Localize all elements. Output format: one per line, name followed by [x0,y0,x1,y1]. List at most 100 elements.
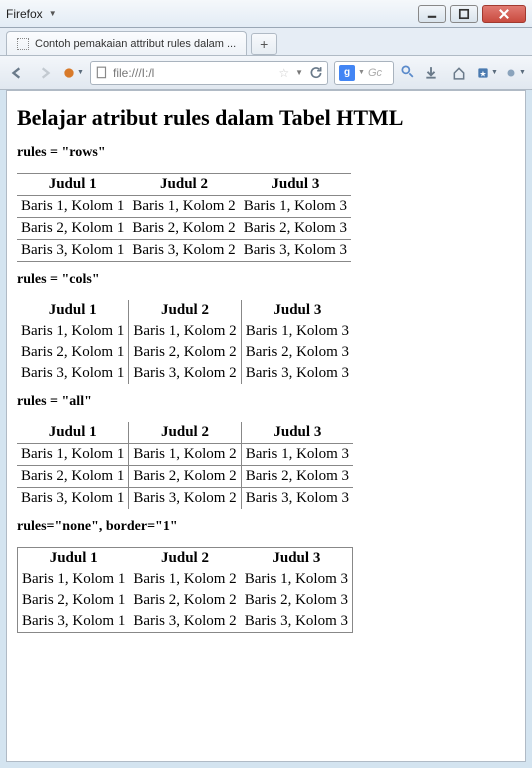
table-row: Baris 2, Kolom 1Baris 2, Kolom 2Baris 2,… [17,342,353,363]
td: Baris 2, Kolom 1 [17,218,128,240]
extension-button[interactable]: ▼ [504,62,526,84]
table-row: Baris 2, Kolom 1Baris 2, Kolom 2Baris 2,… [17,218,351,240]
minimize-button[interactable] [418,5,446,23]
bookmark-star-icon: ★ [476,66,490,80]
td: Baris 1, Kolom 2 [128,196,239,218]
td: Baris 3, Kolom 1 [18,611,130,633]
th: Judul 3 [241,548,353,570]
chevron-down-icon: ▼ [77,69,84,76]
forward-button[interactable] [34,62,56,84]
chevron-down-icon[interactable]: ▼ [358,69,365,76]
table-header-row: Judul 1 Judul 2 Judul 3 [18,548,353,570]
th: Judul 2 [128,174,239,196]
td: Baris 3, Kolom 3 [241,363,353,384]
svg-text:★: ★ [479,69,486,78]
td: Baris 1, Kolom 2 [129,321,241,342]
th: Judul 2 [129,300,241,321]
td: Baris 1, Kolom 2 [129,444,241,466]
th: Judul 1 [17,300,129,321]
td: Baris 2, Kolom 2 [129,590,240,611]
td: Baris 1, Kolom 3 [240,196,351,218]
td: Baris 2, Kolom 3 [241,590,353,611]
search-go-button[interactable] [400,64,414,81]
table-row: Baris 1, Kolom 1Baris 1, Kolom 2Baris 1,… [17,444,353,466]
th: Judul 1 [17,174,128,196]
section-caption-none: rules="none", border="1" [17,519,515,535]
new-tab-button[interactable]: + [251,33,277,55]
reload-icon[interactable] [309,66,323,80]
td: Baris 2, Kolom 2 [129,466,241,488]
downloads-button[interactable] [420,62,442,84]
td: Baris 2, Kolom 2 [129,342,241,363]
table-row: Baris 3, Kolom 1Baris 3, Kolom 2Baris 3,… [17,240,351,262]
maximize-button[interactable] [450,5,478,23]
app-menu[interactable]: Firefox ▼ [6,7,57,21]
td: Baris 3, Kolom 3 [241,488,353,510]
td: Baris 3, Kolom 1 [17,488,129,510]
browser-tab[interactable]: Contoh pemakaian attribut rules dalam ..… [6,31,247,55]
td: Baris 2, Kolom 1 [17,342,129,363]
chevron-down-icon[interactable]: ▼ [295,68,303,77]
chevron-down-icon: ▼ [491,69,498,76]
firebug-button[interactable]: ▼ [62,62,84,84]
td: Baris 1, Kolom 3 [241,321,353,342]
table-row: Baris 3, Kolom 1Baris 3, Kolom 2Baris 3,… [17,488,353,510]
table-header-row: Judul 1 Judul 2 Judul 3 [17,300,353,321]
page-heading: Belajar atribut rules dalam Tabel HTML [17,105,515,131]
table-row: Baris 2, Kolom 1Baris 2, Kolom 2Baris 2,… [17,466,353,488]
tab-title: Contoh pemakaian attribut rules dalam ..… [35,38,236,50]
search-box[interactable]: g ▼ Gc [334,61,394,85]
close-button[interactable] [482,5,526,23]
table-rules-rows: Judul 1 Judul 2 Judul 3 Baris 1, Kolom 1… [17,173,351,262]
nav-toolbar: ▼ file:///I:/l ☆ ▼ g ▼ Gc ★ ▼ ▼ [0,56,532,90]
back-button[interactable] [6,62,28,84]
td: Baris 3, Kolom 2 [129,611,240,633]
td: Baris 3, Kolom 1 [17,240,128,262]
search-placeholder: Gc [368,67,382,79]
th: Judul 3 [241,422,353,444]
tab-strip: Contoh pemakaian attribut rules dalam ..… [0,28,532,56]
table-row: Baris 1, Kolom 1Baris 1, Kolom 2Baris 1,… [18,569,353,590]
td: Baris 3, Kolom 3 [241,611,353,633]
td: Baris 3, Kolom 2 [129,363,241,384]
home-icon [452,66,466,80]
table-header-row: Judul 1 Judul 2 Judul 3 [17,174,351,196]
th: Judul 2 [129,548,240,570]
extension-icon [504,66,518,80]
maximize-icon [457,7,471,21]
table-header-row: Judul 1 Judul 2 Judul 3 [17,422,353,444]
table-rules-all: Judul 1 Judul 2 Judul 3 Baris 1, Kolom 1… [17,422,353,509]
page-icon [95,66,109,80]
td: Baris 3, Kolom 2 [129,488,241,510]
window-titlebar: Firefox ▼ [0,0,532,28]
page-viewport[interactable]: Belajar atribut rules dalam Tabel HTML r… [6,90,526,762]
star-icon[interactable]: ☆ [278,66,289,80]
favicon-placeholder-icon [17,38,29,50]
table-row: Baris 2, Kolom 1Baris 2, Kolom 2Baris 2,… [18,590,353,611]
td: Baris 2, Kolom 3 [240,218,351,240]
page-content: Belajar atribut rules dalam Tabel HTML r… [7,91,525,651]
url-bar[interactable]: file:///I:/l ☆ ▼ [90,61,328,85]
app-name: Firefox [6,7,43,21]
th: Judul 3 [240,174,351,196]
chevron-down-icon: ▼ [519,69,526,76]
td: Baris 2, Kolom 1 [18,590,130,611]
th: Judul 1 [17,422,129,444]
close-icon [497,7,511,21]
td: Baris 1, Kolom 3 [241,569,353,590]
home-button[interactable] [448,62,470,84]
google-icon: g [339,65,355,81]
plus-icon: + [260,36,268,52]
th: Judul 3 [241,300,353,321]
td: Baris 1, Kolom 1 [17,196,128,218]
td: Baris 3, Kolom 1 [17,363,129,384]
bookmarks-button[interactable]: ★ ▼ [476,62,498,84]
table-row: Baris 3, Kolom 1Baris 3, Kolom 2Baris 3,… [18,611,353,633]
td: Baris 2, Kolom 1 [17,466,129,488]
arrow-right-icon [38,66,52,80]
section-caption-all: rules = "all" [17,394,515,410]
td: Baris 2, Kolom 3 [241,466,353,488]
table-rules-none: Judul 1 Judul 2 Judul 3 Baris 1, Kolom 1… [17,547,353,633]
table-row: Baris 3, Kolom 1Baris 3, Kolom 2Baris 3,… [17,363,353,384]
bug-icon [62,66,76,80]
